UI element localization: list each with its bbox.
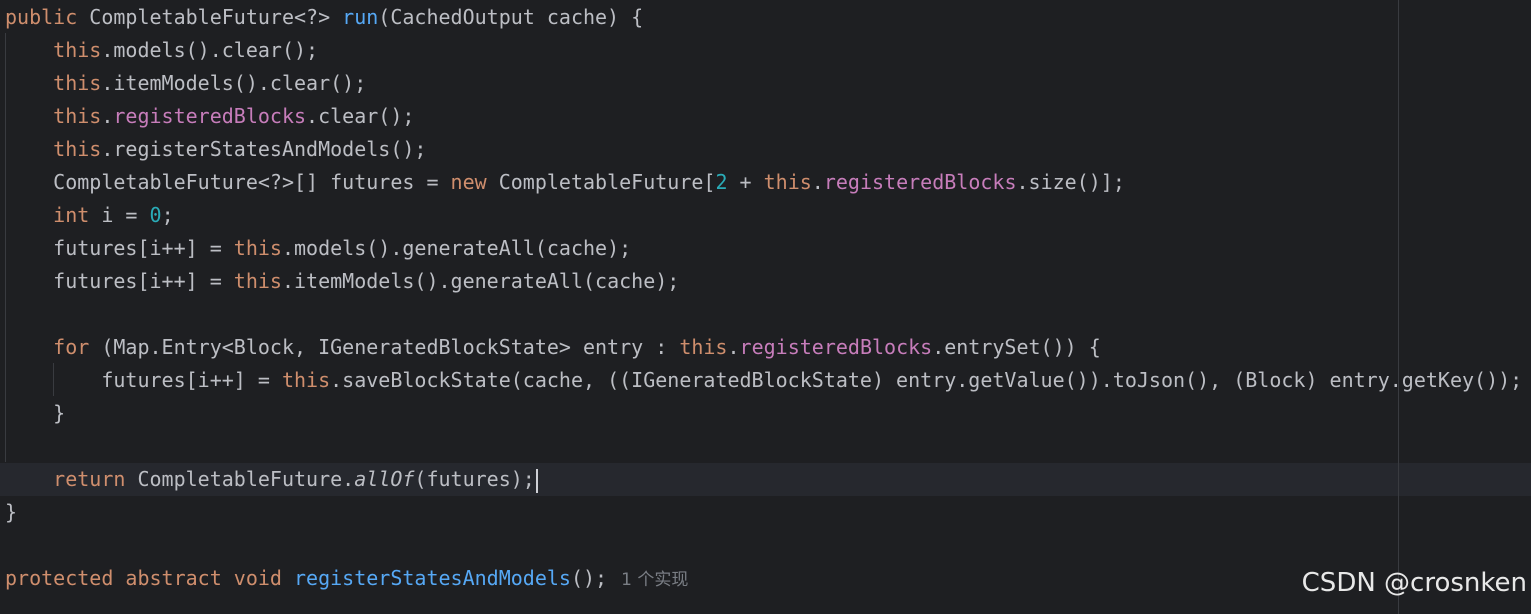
code-text: (futures);	[414, 467, 535, 491]
watermark: CSDN @crosnken	[1301, 568, 1527, 598]
code-text: futures[i++] =	[53, 236, 234, 260]
code-text: .	[811, 170, 824, 194]
code-line-5[interactable]: this.registerStatesAndModels();	[5, 133, 426, 166]
keyword: this	[233, 236, 282, 260]
code-text: CompletableFuture<?>[] futures =	[53, 170, 451, 194]
code-text: CompletableFuture<?>	[77, 5, 343, 29]
code-text: (Map.Entry<Block, IGeneratedBlockState> …	[89, 335, 680, 359]
keyword: for	[53, 335, 90, 359]
code-line-11[interactable]: for (Map.Entry<Block, IGeneratedBlockSta…	[5, 331, 1101, 364]
code-line-13[interactable]: }	[5, 397, 65, 430]
code-line-3[interactable]: this.itemModels().clear();	[5, 67, 366, 100]
code-line-8[interactable]: futures[i++] = this.models().generateAll…	[5, 232, 631, 265]
code-text: CompletableFuture.	[125, 467, 355, 491]
keyword: abstract	[125, 566, 222, 590]
method-name: run	[342, 5, 379, 29]
code-line-2[interactable]: this.models().clear();	[5, 34, 318, 67]
code-line-7[interactable]: int i = 0;	[5, 199, 174, 232]
code-text: CompletableFuture[	[486, 170, 716, 194]
keyword: this	[233, 269, 282, 293]
right-margin-guide	[1398, 0, 1399, 614]
code-text: }	[53, 401, 66, 425]
keyword: this	[53, 38, 102, 62]
implementations-hint[interactable]: 1 个实现	[621, 570, 688, 590]
code-text: .saveBlockState(cache, ((IGeneratedBlock…	[330, 368, 1523, 392]
field-name: registeredBlocks	[823, 170, 1017, 194]
keyword: this	[679, 335, 728, 359]
code-text: ();	[570, 566, 608, 590]
code-text: futures[i++] =	[101, 368, 282, 392]
code-text: ;	[161, 203, 174, 227]
code-text: .models().generateAll(cache);	[281, 236, 632, 260]
code-line-18[interactable]: protected abstract void registerStatesAn…	[5, 562, 688, 595]
keyword: public	[5, 5, 78, 29]
code-text: .itemModels().clear();	[101, 71, 367, 95]
static-method-name: allOf	[354, 467, 415, 491]
code-text: +	[727, 170, 764, 194]
code-text: .itemModels().generateAll(cache);	[281, 269, 680, 293]
code-text: .size()];	[1016, 170, 1125, 194]
keyword: this	[763, 170, 812, 194]
code-text: .registerStatesAndModels();	[101, 137, 427, 161]
code-text: futures[i++] =	[53, 269, 234, 293]
code-line-6[interactable]: CompletableFuture<?>[] futures = new Com…	[5, 166, 1125, 199]
code-editor[interactable]: public CompletableFuture<?> run(CachedOu…	[0, 0, 1531, 614]
keyword: void	[233, 566, 282, 590]
code-text: .	[727, 335, 740, 359]
code-text: .clear();	[306, 104, 415, 128]
code-line-9[interactable]: futures[i++] = this.itemModels().generat…	[5, 265, 679, 298]
keyword: this	[53, 71, 102, 95]
code-line-15[interactable]: return CompletableFuture.allOf(futures);	[5, 463, 538, 496]
code-text: }	[5, 500, 18, 524]
number-literal: 0	[149, 203, 162, 227]
keyword: this	[53, 137, 102, 161]
keyword: return	[53, 467, 126, 491]
keyword: this	[281, 368, 331, 392]
code-text: .entrySet()) {	[932, 335, 1101, 359]
keyword: int	[53, 203, 90, 227]
code-line-1[interactable]: public CompletableFuture<?> run(CachedOu…	[5, 1, 643, 34]
code-text: .	[101, 104, 114, 128]
code-line-4[interactable]: this.registeredBlocks.clear();	[5, 100, 414, 133]
code-line-12[interactable]: futures[i++] = this.saveBlockState(cache…	[5, 364, 1522, 397]
number-literal: 2	[715, 170, 728, 194]
keyword: protected	[5, 566, 114, 590]
code-text: i =	[89, 203, 150, 227]
code-line-16[interactable]: }	[5, 496, 17, 529]
keyword: this	[53, 104, 102, 128]
field-name: registeredBlocks	[113, 104, 307, 128]
code-text: .models().clear();	[101, 38, 319, 62]
method-name: registerStatesAndModels	[294, 566, 571, 590]
keyword: new	[450, 170, 487, 194]
field-name: registeredBlocks	[739, 335, 933, 359]
code-text: (CachedOutput cache) {	[378, 5, 644, 29]
text-caret	[535, 468, 538, 493]
